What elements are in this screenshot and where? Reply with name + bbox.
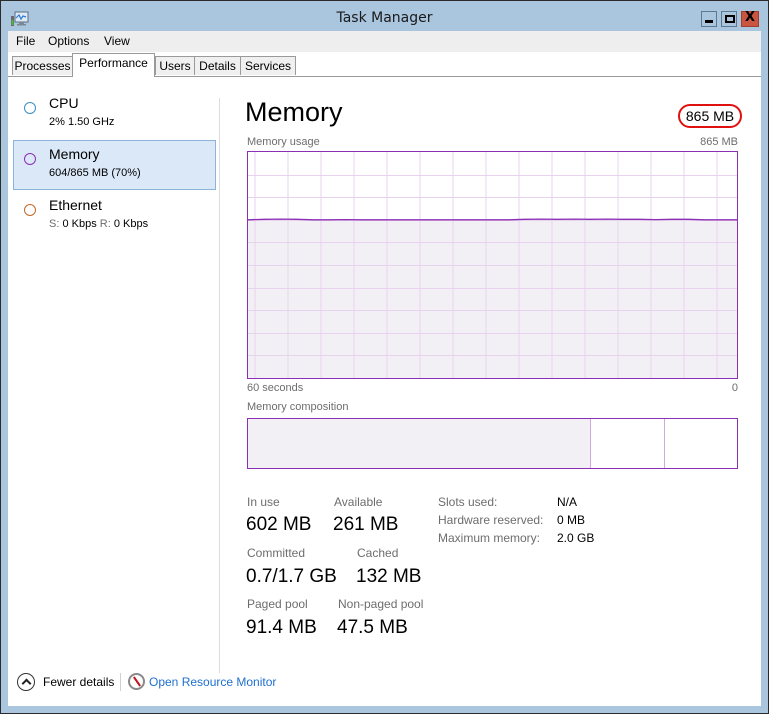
memory-indicator-icon	[24, 153, 36, 165]
maximize-button[interactable]	[721, 11, 737, 27]
footer: Fewer details Open Resource Monitor	[8, 666, 761, 706]
sidebar-item-subtitle: 2% 1.50 GHz	[49, 116, 115, 128]
minimize-icon	[705, 20, 713, 23]
in-use-label: In use	[247, 495, 280, 509]
available-value: 261 MB	[333, 514, 399, 535]
send-value: 0 Kbps	[62, 218, 97, 230]
slots-used-label: Slots used:	[438, 495, 498, 509]
sidebar-item-subtitle: 604/865 MB (70%)	[49, 167, 141, 179]
resource-monitor-icon[interactable]	[128, 673, 145, 690]
tab-users[interactable]: Users	[155, 56, 195, 75]
composition-segment-standby	[590, 419, 663, 468]
memory-usage-max-label: 865 MB	[700, 136, 738, 148]
maximum-memory-label: Maximum memory:	[438, 531, 541, 545]
fewer-details-button[interactable]: Fewer details	[43, 675, 114, 689]
non-paged-pool-value: 47.5 MB	[337, 617, 408, 638]
time-end-label: 0	[731, 382, 738, 394]
sidebar-item-cpu[interactable]: CPU 2% 1.50 GHz	[13, 89, 216, 139]
cached-value: 132 MB	[356, 566, 422, 587]
time-range-label: 60 seconds	[247, 382, 304, 394]
sidebar-divider[interactable]	[219, 98, 220, 673]
in-use-value: 602 MB	[246, 514, 312, 535]
tab-processes[interactable]: Processes	[12, 56, 73, 75]
total-memory-badge: 865 MB	[678, 104, 742, 128]
memory-usage-chart	[247, 151, 738, 379]
window-title: Task Manager	[336, 10, 433, 26]
memory-usage-graph	[248, 152, 737, 378]
tab-strip: Processes Performance Users Details Serv…	[8, 52, 761, 77]
tab-details[interactable]: Details	[194, 56, 241, 75]
memory-composition-label: Memory composition	[247, 401, 349, 413]
memory-usage-label: Memory usage	[247, 136, 320, 148]
composition-segment-in-use	[248, 419, 591, 468]
send-label: S:	[49, 218, 60, 230]
usage-line	[248, 218, 737, 221]
menu-file[interactable]: File	[16, 34, 35, 48]
paged-pool-label: Paged pool	[247, 597, 308, 611]
committed-label: Committed	[247, 546, 306, 560]
cached-label: Cached	[357, 546, 399, 560]
tab-services[interactable]: Services	[240, 56, 296, 75]
footer-separator	[120, 673, 121, 691]
sidebar-item-memory[interactable]: Memory 604/865 MB (70%)	[13, 140, 216, 190]
paged-pool-value: 91.4 MB	[246, 617, 317, 638]
slots-used-value: N/A	[557, 495, 578, 509]
close-icon: X	[744, 10, 756, 25]
maximum-memory-value: 2.0 GB	[557, 531, 595, 545]
hardware-reserved-label: Hardware reserved:	[438, 513, 544, 527]
ethernet-indicator-icon	[24, 204, 36, 216]
tab-performance[interactable]: Performance	[72, 53, 155, 77]
hardware-reserved-value: 0 MB	[557, 513, 586, 527]
non-paged-pool-label: Non-paged pool	[338, 597, 424, 611]
receive-value: 0 Kbps	[113, 218, 149, 230]
close-button[interactable]: X	[741, 10, 759, 27]
page-title: Memory	[245, 97, 343, 127]
open-resource-monitor-link[interactable]: Open Resource Monitor	[149, 675, 276, 689]
cpu-indicator-icon	[24, 102, 36, 114]
sidebar-item-title: Memory	[49, 146, 100, 162]
minimize-button[interactable]	[701, 11, 717, 27]
menu-bar: File Options View	[8, 31, 761, 52]
menu-options[interactable]: Options	[48, 34, 89, 48]
sidebar-item-title: Ethernet	[49, 197, 102, 213]
task-manager-window: Task Manager X File Options View Process…	[1, 1, 768, 713]
composition-segment-free	[663, 419, 737, 468]
menu-view[interactable]: View	[104, 34, 130, 48]
available-label: Available	[334, 495, 383, 509]
committed-value: 0.7/1.7 GB	[246, 566, 337, 587]
sidebar-item-subtitle: S: 0 Kbps R: 0 Kbps	[49, 218, 148, 230]
memory-composition-bar	[247, 418, 738, 469]
client-area: File Options View Processes Performance …	[8, 31, 761, 706]
maximize-icon	[725, 15, 735, 23]
chevron-up-icon[interactable]	[17, 673, 35, 691]
sidebar-item-ethernet[interactable]: Ethernet S: 0 Kbps R: 0 Kbps	[13, 191, 216, 241]
receive-label: R:	[99, 218, 111, 230]
title-bar[interactable]: Task Manager X	[1, 1, 768, 31]
sidebar-item-title: CPU	[49, 95, 79, 111]
